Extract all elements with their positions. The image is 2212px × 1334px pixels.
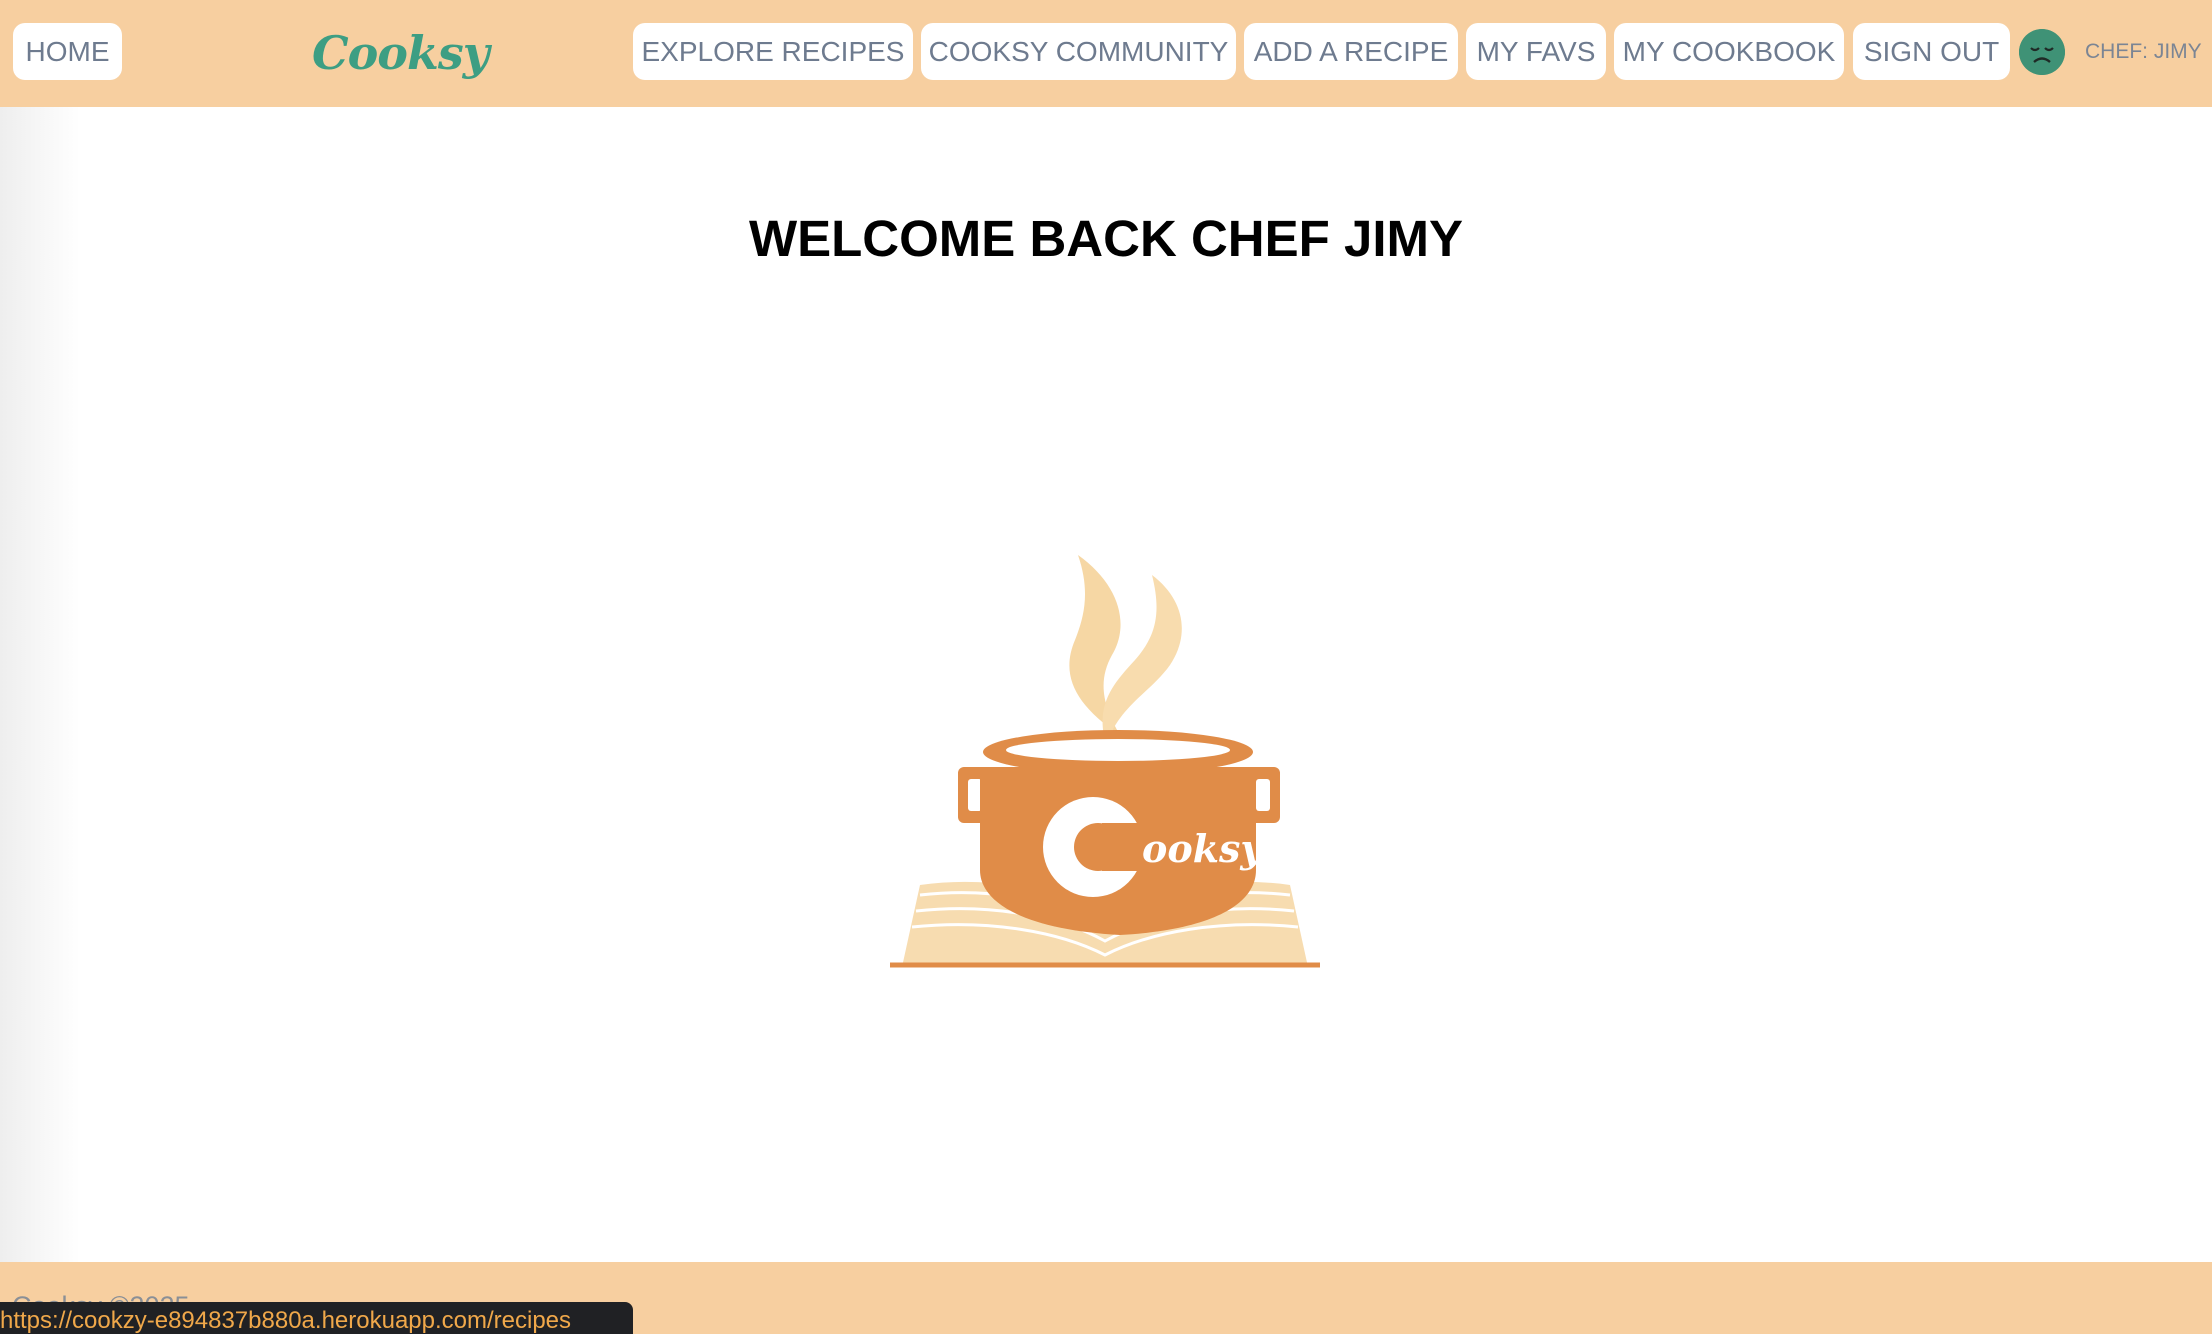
sad-face-icon: [2019, 29, 2065, 75]
user-label: CHEF: JIMY: [2085, 40, 2202, 63]
nav-cooksy-community[interactable]: COOKSY COMMUNITY: [921, 23, 1236, 80]
nav-explore-recipes[interactable]: EXPLORE RECIPES: [633, 23, 913, 80]
left-shadow: [0, 107, 80, 1262]
welcome-heading: WELCOME BACK CHEF JIMY: [749, 210, 1463, 267]
page: HOME Cooksy EXPLORE RECIPES COOKSY COMMU…: [0, 0, 2212, 1334]
user-avatar[interactable]: [2019, 29, 2065, 75]
logo-wordmark: ooksy: [1142, 826, 1265, 871]
status-bar-url: https://cookzy-e894837b880a.herokuapp.co…: [0, 1302, 633, 1334]
sign-out-button[interactable]: SIGN OUT: [1853, 23, 2010, 80]
cooksy-logo-image: ooksy: [880, 545, 1330, 975]
nav-my-cookbook[interactable]: MY COOKBOOK: [1614, 23, 1844, 80]
home-button[interactable]: HOME: [13, 23, 122, 80]
nav-my-favs[interactable]: MY FAVS: [1466, 23, 1606, 80]
brand-logo-text[interactable]: Cooksy: [312, 22, 489, 84]
nav-add-a-recipe[interactable]: ADD A RECIPE: [1244, 23, 1458, 80]
